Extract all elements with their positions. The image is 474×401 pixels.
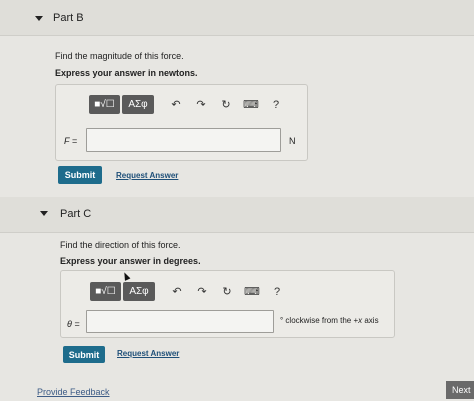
direction-unit-label: ° clockwise from the +x axis: [280, 316, 379, 325]
keyboard-icon[interactable]: ⌨: [241, 98, 261, 111]
part-c-question: Find the direction of this force.: [60, 240, 181, 250]
newtons-unit-label: N: [289, 136, 296, 146]
reset-icon[interactable]: ↻: [217, 285, 237, 298]
part-b-instruction: Express your answer in newtons.: [55, 68, 198, 78]
templates-icon: ■√☐: [94, 99, 115, 110]
force-variable-label: F =: [64, 136, 78, 146]
provide-feedback-link[interactable]: Provide Feedback: [37, 387, 110, 397]
part-b-request-answer-link[interactable]: Request Answer: [116, 171, 178, 180]
force-direction-input[interactable]: [86, 310, 274, 333]
greek-label: ΑΣφ: [129, 286, 149, 297]
direction-unit-prefix: ° clockwise from the +: [280, 316, 359, 325]
angle-variable-label: θ =: [67, 319, 80, 329]
caret-down-icon[interactable]: [40, 211, 48, 216]
part-b-submit-button[interactable]: Submit: [58, 166, 102, 184]
part-b-title: Part B: [53, 12, 84, 24]
submit-label: Submit: [64, 170, 96, 180]
redo-icon[interactable]: ↷: [192, 285, 212, 298]
templates-icon: ■√☐: [95, 286, 116, 297]
force-magnitude-input[interactable]: [86, 128, 281, 152]
templates-button[interactable]: ■√☐: [89, 95, 120, 114]
part-c-submit-button[interactable]: Submit: [63, 346, 105, 363]
undo-icon[interactable]: ↶: [167, 285, 187, 298]
help-icon[interactable]: ?: [266, 99, 286, 111]
direction-unit-suffix: axis: [362, 316, 379, 325]
caret-down-icon[interactable]: [35, 16, 43, 21]
part-c-title: Part C: [60, 208, 92, 220]
help-icon[interactable]: ?: [267, 286, 287, 298]
greek-label: ΑΣφ: [128, 99, 148, 110]
greek-symbols-button[interactable]: ΑΣφ: [122, 95, 154, 114]
undo-icon[interactable]: ↶: [166, 98, 186, 111]
submit-label: Submit: [68, 349, 100, 360]
next-button[interactable]: Next: [446, 381, 474, 399]
part-b-math-toolbar: ■√☐ ΑΣφ ↶ ↷ ↻ ⌨ ?: [89, 95, 286, 114]
part-c-request-answer-link[interactable]: Request Answer: [117, 349, 179, 358]
part-c-math-toolbar: ■√☐ ΑΣφ ↶ ↷ ↻ ⌨ ?: [90, 282, 287, 301]
part-b-question: Find the magnitude of this force.: [55, 51, 184, 61]
next-label: Next: [452, 385, 471, 395]
redo-icon[interactable]: ↷: [191, 98, 211, 111]
templates-button[interactable]: ■√☐: [90, 282, 121, 301]
reset-icon[interactable]: ↻: [216, 98, 236, 111]
part-c-instruction: Express your answer in degrees.: [60, 256, 201, 266]
greek-symbols-button[interactable]: ΑΣφ: [123, 282, 155, 301]
keyboard-icon[interactable]: ⌨: [242, 285, 262, 298]
